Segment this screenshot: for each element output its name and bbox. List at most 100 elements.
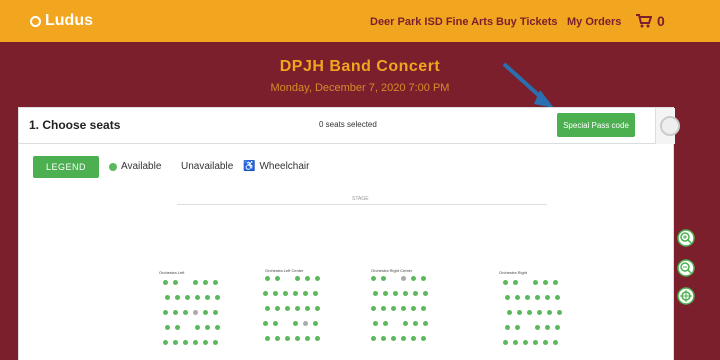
seat[interactable]: [513, 340, 518, 345]
seat[interactable]: [203, 310, 208, 315]
seat[interactable]: [203, 340, 208, 345]
seat[interactable]: [371, 276, 376, 281]
seat[interactable]: [505, 295, 510, 300]
seat[interactable]: [215, 295, 220, 300]
seat[interactable]: [555, 295, 560, 300]
seat[interactable]: [421, 306, 426, 311]
seat[interactable]: [193, 280, 198, 285]
seat[interactable]: [275, 336, 280, 341]
seat[interactable]: [523, 340, 528, 345]
seat[interactable]: [293, 321, 298, 326]
seat[interactable]: [507, 310, 512, 315]
seat[interactable]: [401, 276, 406, 281]
nav-link-deer-park[interactable]: Deer Park ISD Fine Arts: [370, 16, 493, 28]
seat[interactable]: [215, 325, 220, 330]
seat[interactable]: [173, 280, 178, 285]
seat[interactable]: [411, 306, 416, 311]
seat[interactable]: [163, 340, 168, 345]
seat[interactable]: [165, 295, 170, 300]
seat[interactable]: [293, 291, 298, 296]
seat[interactable]: [373, 321, 378, 326]
seat[interactable]: [305, 276, 310, 281]
seat[interactable]: [265, 276, 270, 281]
seat[interactable]: [413, 291, 418, 296]
seat[interactable]: [383, 291, 388, 296]
seat[interactable]: [213, 340, 218, 345]
seat[interactable]: [421, 276, 426, 281]
seat[interactable]: [175, 325, 180, 330]
seat[interactable]: [547, 310, 552, 315]
seat[interactable]: [525, 295, 530, 300]
zoom-reset-icon[interactable]: [676, 286, 696, 306]
seat[interactable]: [543, 340, 548, 345]
seat[interactable]: [545, 295, 550, 300]
seat[interactable]: [313, 321, 318, 326]
seat[interactable]: [393, 291, 398, 296]
seat[interactable]: [273, 321, 278, 326]
seat[interactable]: [313, 291, 318, 296]
seat[interactable]: [411, 336, 416, 341]
seat[interactable]: [315, 276, 320, 281]
seat[interactable]: [381, 306, 386, 311]
seat[interactable]: [273, 291, 278, 296]
seat[interactable]: [527, 310, 532, 315]
seat[interactable]: [205, 295, 210, 300]
seat[interactable]: [303, 291, 308, 296]
seat[interactable]: [391, 306, 396, 311]
cart-button[interactable]: 0: [636, 13, 665, 29]
seat[interactable]: [275, 306, 280, 311]
seat[interactable]: [383, 321, 388, 326]
seat[interactable]: [305, 306, 310, 311]
seat[interactable]: [213, 310, 218, 315]
seat[interactable]: [263, 291, 268, 296]
seat[interactable]: [265, 336, 270, 341]
seat[interactable]: [533, 280, 538, 285]
seat[interactable]: [381, 336, 386, 341]
seat[interactable]: [203, 280, 208, 285]
seat[interactable]: [183, 310, 188, 315]
seat[interactable]: [163, 310, 168, 315]
legend-button[interactable]: LEGEND: [33, 156, 99, 178]
seat[interactable]: [193, 310, 198, 315]
seat[interactable]: [403, 291, 408, 296]
seat[interactable]: [315, 306, 320, 311]
seat[interactable]: [183, 340, 188, 345]
seat[interactable]: [391, 336, 396, 341]
seat[interactable]: [513, 280, 518, 285]
seat[interactable]: [163, 280, 168, 285]
seat[interactable]: [175, 295, 180, 300]
seat[interactable]: [503, 280, 508, 285]
seat[interactable]: [423, 321, 428, 326]
seat[interactable]: [557, 310, 562, 315]
seat[interactable]: [275, 276, 280, 281]
side-toggle[interactable]: [655, 108, 680, 144]
seat[interactable]: [401, 336, 406, 341]
zoom-out-icon[interactable]: [676, 258, 696, 278]
seat[interactable]: [413, 321, 418, 326]
seat[interactable]: [263, 321, 268, 326]
seat[interactable]: [517, 310, 522, 315]
seat[interactable]: [371, 336, 376, 341]
seat[interactable]: [303, 321, 308, 326]
seat[interactable]: [283, 291, 288, 296]
seat[interactable]: [553, 280, 558, 285]
seat[interactable]: [205, 325, 210, 330]
seat[interactable]: [165, 325, 170, 330]
seat[interactable]: [535, 295, 540, 300]
seat[interactable]: [505, 325, 510, 330]
seat[interactable]: [213, 280, 218, 285]
ludus-logo[interactable]: Ludus: [30, 12, 93, 30]
seat[interactable]: [555, 325, 560, 330]
seat[interactable]: [545, 325, 550, 330]
seat[interactable]: [401, 306, 406, 311]
zoom-in-icon[interactable]: [676, 228, 696, 248]
seat[interactable]: [543, 280, 548, 285]
seat[interactable]: [195, 325, 200, 330]
seat[interactable]: [423, 291, 428, 296]
seat[interactable]: [193, 340, 198, 345]
seat[interactable]: [421, 336, 426, 341]
seat[interactable]: [553, 340, 558, 345]
seat[interactable]: [381, 276, 386, 281]
special-pass-code-button[interactable]: Special Pass code: [557, 113, 635, 137]
seat[interactable]: [373, 291, 378, 296]
